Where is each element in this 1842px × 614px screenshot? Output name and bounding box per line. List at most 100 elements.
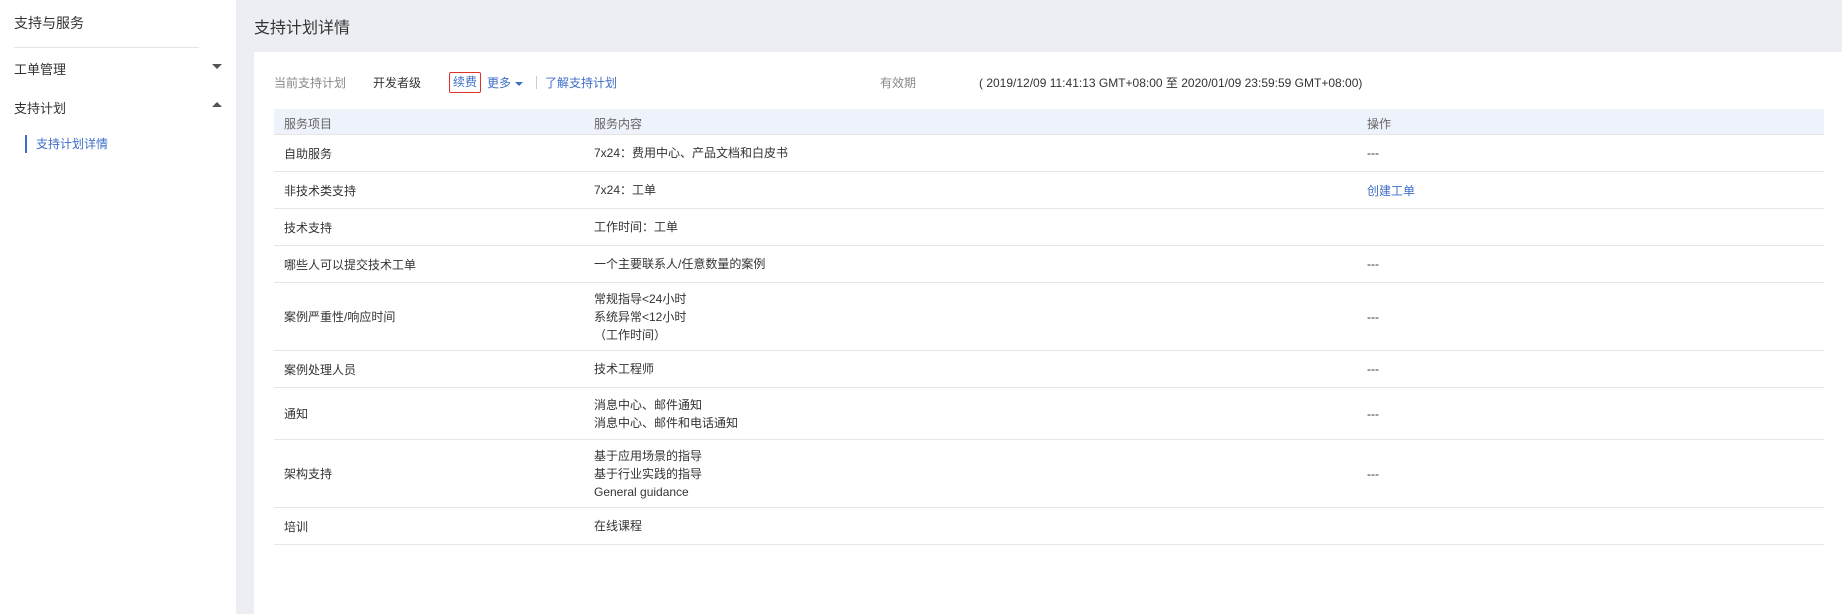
sidebar-group-label: 工单管理 [14,62,67,77]
service-item-cell: 案例严重性/响应时间 [284,283,395,350]
service-content-cell: 消息中心、邮件通知消息中心、邮件和电话通知 [594,388,738,439]
current-plan-label: 当前支持计划 [274,76,347,90]
service-content: 7x24：工单 [594,181,656,199]
service-content-line: 基于行业实践的指导 [594,466,703,481]
plan-level: 开发者级 [373,76,422,90]
service-content-line: 基于应用场景的指导 [594,448,703,463]
service-content-cell: 一个主要联系人/任意数量的案例 [594,246,765,282]
caret-down-icon [515,81,524,86]
service-content-cell: 7x24：工单 [594,172,656,208]
validity-value: ( 2019/12/09 11:41:13 GMT+08:00 至 2020/0… [979,76,1363,90]
action-cell: --- [1367,246,1379,282]
sidebar-item-support-plan-details[interactable]: 支持计划详情 [25,135,108,153]
main-content: 当前支持计划 开发者级 续费 更多 了解支持计划 有效期 ( 2019/12/0… [254,52,1842,614]
sidebar-group-support-plan[interactable]: 支持计划 [14,96,222,116]
table-row: 架构支持 基于应用场景的指导 基于行业实践的指导 General guidance --… [274,440,1824,508]
sidebar-divider [14,47,199,48]
action-placeholder: --- [1367,309,1379,324]
learn-support-plan-link[interactable]: 了解支持计划 [545,74,617,91]
service-content: 在线课程 [594,517,642,535]
action-placeholder: --- [1367,257,1379,271]
service-content-line: 消息中心、邮件通知 [594,397,703,412]
service-item: 哪些人可以提交技术工单 [284,257,417,272]
table-row: 通知 消息中心、邮件通知消息中心、邮件和电话通知 --- [274,388,1824,440]
service-content: 一个主要联系人/任意数量的案例 [594,255,765,273]
service-content-line: 工作时间：工单 [594,220,679,234]
sidebar-group-label: 支持计划 [14,101,67,116]
validity-label: 有效期 [880,76,917,90]
page-header: 支持计划详情 [254,0,1842,50]
action-cell: --- [1367,351,1379,387]
table-row: 培训 在线课程 [274,508,1824,545]
service-content-cell: 技术工程师 [594,351,654,387]
action-cell: --- [1367,440,1379,507]
service-item-cell: 哪些人可以提交技术工单 [284,246,416,282]
sidebar: 支持与服务 工单管理 支持计划 支持计划详情 [0,0,236,614]
plan-info-bar: 当前支持计划 开发者级 续费 更多 了解支持计划 有效期 ( 2019/12/0… [274,72,1814,93]
service-content: 工作时间：工单 [594,218,678,236]
table-row: 技术支持 工作时间：工单 [274,209,1824,246]
column-header-content: 服务内容 [594,117,643,131]
action-placeholder: --- [1367,146,1379,160]
service-item-cell: 培训 [284,508,308,544]
more-dropdown[interactable]: 更多 [487,74,524,91]
action-placeholder: --- [1367,406,1379,421]
service-content: 7x24：费用中心、产品文档和白皮书 [594,144,788,162]
caret-up-icon [212,102,222,107]
action-cell: 创建工单 [1367,172,1415,208]
action-placeholder: --- [1367,362,1379,376]
service-content-line: 消息中心、邮件和电话通知 [594,415,739,430]
service-item-cell: 通知 [284,388,308,439]
service-content-cell: 工作时间：工单 [594,209,678,245]
service-content-cell: 常规指导<24小时 系统异常<12小时 （工作时间） [594,283,686,350]
app: 支持与服务 工单管理 支持计划 支持计划详情 支持计划详情 当前支持计划 开发者… [0,0,1842,614]
table-row: 非技术类支持 7x24：工单 创建工单 [274,172,1824,209]
service-content-cell: 基于应用场景的指导 基于行业实践的指导 General guidance [594,440,702,507]
service-content: 消息中心、邮件通知消息中心、邮件和电话通知 [594,396,738,432]
page-title: 支持计划详情 [254,20,351,37]
column-header-action: 操作 [1367,117,1392,131]
service-content-line: 一个主要联系人/任意数量的案例 [594,257,766,271]
table-row: 案例处理人员 技术工程师 --- [274,351,1824,388]
service-item-cell: 自助服务 [284,135,332,171]
caret-down-icon [212,64,222,69]
divider [536,76,537,89]
service-table: 服务项目 服务内容 操作 自助服务 7x24：费用中心、产品文档和白皮书 --- 非技… [274,109,1824,545]
sidebar-group-ticket-management[interactable]: 工单管理 [14,57,222,77]
service-item: 培训 [284,519,309,534]
table-row: 案例严重性/响应时间 常规指导<24小时 系统异常<12小时 （工作时间） --- [274,283,1824,351]
service-content-line: General guidance [594,484,689,499]
renew-button[interactable]: 续费 [449,72,482,93]
service-item-cell: 架构支持 [284,440,332,507]
create-ticket-link[interactable]: 创建工单 [1367,182,1415,199]
service-content: 常规指导<24小时 系统异常<12小时 （工作时间） [594,290,686,344]
action-placeholder: --- [1367,466,1379,481]
service-content-line: （工作时间） [594,327,667,342]
service-content-line: 在线课程 [594,519,643,533]
service-item: 案例处理人员 [284,362,357,377]
service-item: 技术支持 [284,220,333,235]
service-content-line: 常规指导<24小时 [594,291,687,306]
service-item: 非技术类支持 [284,183,357,198]
service-content-line: 系统异常<12小时 [594,309,687,324]
service-item-cell: 非技术类支持 [284,172,356,208]
service-content: 基于应用场景的指导 基于行业实践的指导 General guidance [594,447,702,501]
more-label: 更多 [487,76,512,90]
service-content-line: 7x24：工单 [594,183,657,197]
action-cell: --- [1367,283,1379,350]
service-item: 案例严重性/响应时间 [284,310,396,324]
service-content: 技术工程师 [594,360,654,378]
table-row: 哪些人可以提交技术工单 一个主要联系人/任意数量的案例 --- [274,246,1824,283]
service-item: 架构支持 [284,467,333,481]
service-content-line: 技术工程师 [594,362,655,376]
service-content-cell: 在线课程 [594,508,642,544]
action-cell: --- [1367,388,1379,439]
service-item-cell: 案例处理人员 [284,351,356,387]
service-item-cell: 技术支持 [284,209,332,245]
action-cell: --- [1367,135,1379,171]
service-content-line: 7x24：费用中心、产品文档和白皮书 [594,146,789,160]
table-row: 自助服务 7x24：费用中心、产品文档和白皮书 --- [274,135,1824,172]
column-header-item: 服务项目 [284,117,333,131]
service-item: 通知 [284,407,309,421]
table-header-row: 服务项目 服务内容 操作 [274,109,1824,135]
